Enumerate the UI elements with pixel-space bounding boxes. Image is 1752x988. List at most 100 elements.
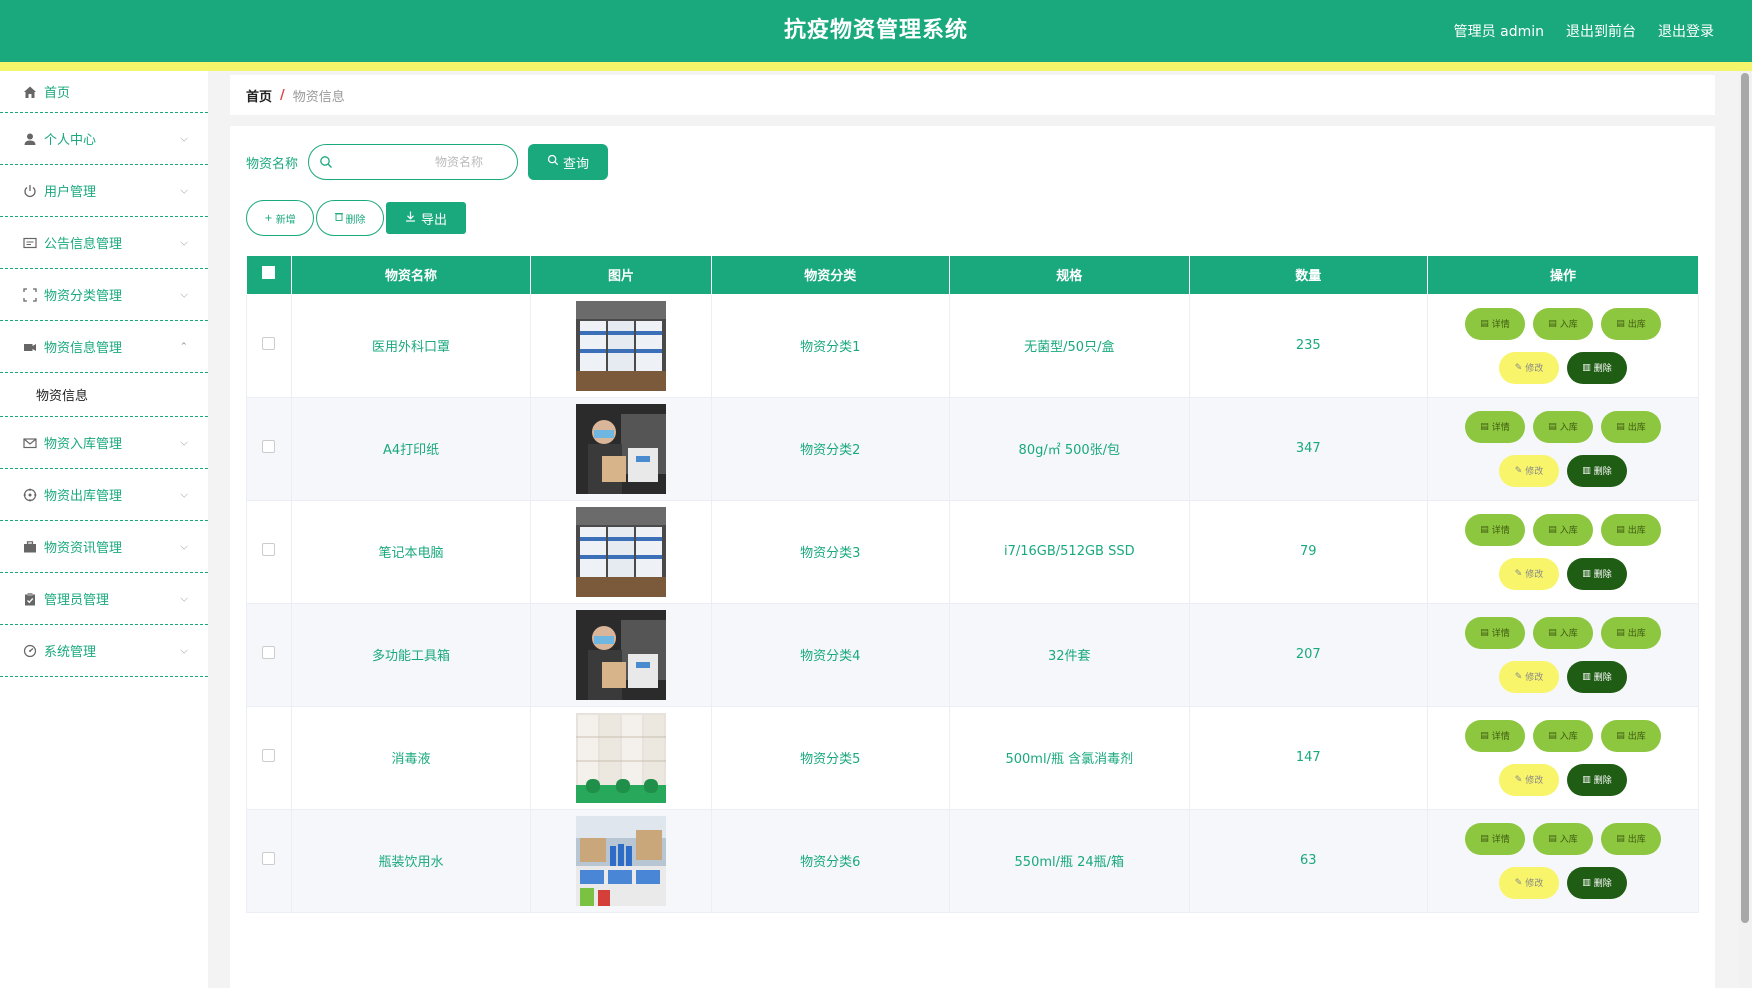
chevron-down-icon: ⌵	[180, 133, 188, 144]
edit-label: 修改	[1525, 570, 1544, 580]
sidebar-item-notice-management[interactable]: 公告信息管理 ⌵	[0, 217, 208, 269]
search-icon	[547, 154, 559, 170]
delete-button[interactable]: ▥ 删除	[1567, 866, 1628, 899]
stock-in-button[interactable]: ▤ 入库	[1533, 719, 1594, 752]
stock-out-button[interactable]: ▤ 出库	[1601, 513, 1662, 546]
sidebar-item-system-management[interactable]: 系统管理 ⌵	[0, 625, 208, 677]
delete-button[interactable]: ▥ 删除	[1567, 557, 1628, 590]
cell-image	[530, 602, 712, 707]
material-thumbnail[interactable]	[575, 403, 666, 494]
stock-in-label: 入库	[1559, 629, 1578, 639]
frontend-link[interactable]: 退出到前台	[1566, 21, 1636, 41]
action-row: + 新增 删除 导出	[246, 200, 466, 236]
delete-button[interactable]: ▥ 删除	[1567, 454, 1628, 487]
sidebar-item-material-info-management[interactable]: 物资信息管理 ⌃	[0, 321, 208, 373]
table-row: A4打印纸 物资分类2 80g/㎡ 500张/包 347 ▤ 详情 ▤ 入库 ▤ 出库 ✎ 修改 ▥ 删除	[246, 396, 1699, 501]
sidebar-item-label: 用户管理	[44, 185, 97, 200]
logout-link[interactable]: 退出登录	[1658, 21, 1714, 41]
detail-button[interactable]: ▤ 详情	[1465, 513, 1526, 546]
breadcrumb-home[interactable]: 首页	[246, 86, 272, 105]
table-row: 多功能工具箱 物资分类4 32件套 207 ▤ 详情 ▤ 入库 ▤ 出库 ✎ 修改 ▥ 删除	[246, 602, 1699, 707]
delete-label: 删除	[1593, 467, 1612, 477]
cell-category: 物资分类6	[710, 808, 951, 913]
detail-button[interactable]: ▤ 详情	[1465, 616, 1526, 649]
sidebar-item-personal-center[interactable]: 个人中心 ⌵	[0, 113, 208, 165]
page-scrollbar[interactable]	[1739, 71, 1751, 988]
edit-button[interactable]: ✎ 修改	[1499, 454, 1560, 487]
sidebar-item-stock-in-management[interactable]: 物资入库管理 ⌵	[0, 417, 208, 469]
delete-button[interactable]: ▥ 删除	[1567, 351, 1628, 384]
cell-quantity: 235	[1188, 293, 1429, 398]
batch-delete-button[interactable]: 删除	[316, 200, 384, 236]
stock-out-label: 出库	[1627, 320, 1646, 330]
edit-button[interactable]: ✎ 修改	[1499, 557, 1560, 590]
scrollbar-thumb[interactable]	[1741, 73, 1749, 923]
user-icon	[22, 131, 38, 147]
sidebar-item-home[interactable]: 首页	[0, 71, 208, 113]
breadcrumb: 首页 / 物资信息	[230, 75, 1715, 115]
select-all-checkbox[interactable]	[262, 266, 276, 280]
stock-out-button[interactable]: ▤ 出库	[1601, 719, 1662, 752]
delete-button[interactable]: ▥ 删除	[1567, 660, 1628, 693]
stock-in-button[interactable]: ▤ 入库	[1533, 410, 1594, 443]
query-button[interactable]: 查询	[528, 144, 609, 180]
cell-image	[530, 293, 712, 398]
row-checkbox[interactable]	[262, 852, 276, 865]
material-thumbnail[interactable]	[575, 609, 666, 700]
sidebar-item-category-management[interactable]: 物资分类管理 ⌵	[0, 269, 208, 321]
table-header-row: 物资名称 图片 物资分类 规格 数量 操作	[246, 256, 1699, 295]
stock-out-button[interactable]: ▤ 出库	[1601, 307, 1662, 340]
edit-button[interactable]: ✎ 修改	[1499, 866, 1560, 899]
row-checkbox[interactable]	[262, 749, 276, 762]
document-icon: ▤	[1480, 318, 1489, 329]
detail-button[interactable]: ▤ 详情	[1465, 410, 1526, 443]
cell-image	[530, 705, 712, 810]
stock-in-button[interactable]: ▤ 入库	[1533, 616, 1594, 649]
row-checkbox[interactable]	[262, 440, 276, 453]
material-thumbnail[interactable]	[575, 815, 666, 906]
edit-button[interactable]: ✎ 修改	[1499, 763, 1560, 796]
detail-button[interactable]: ▤ 详情	[1465, 307, 1526, 340]
edit-button[interactable]: ✎ 修改	[1499, 660, 1560, 693]
row-checkbox[interactable]	[262, 646, 276, 659]
material-thumbnail[interactable]	[575, 712, 666, 803]
trash-icon: ▥	[1582, 362, 1591, 373]
sidebar-item-news-management[interactable]: 物资资讯管理 ⌵	[0, 521, 208, 573]
power-icon	[22, 183, 38, 199]
trash-icon: ▥	[1582, 568, 1591, 579]
add-button[interactable]: + 新增	[246, 200, 314, 236]
export-button[interactable]: 导出	[386, 202, 466, 234]
document-icon: ▤	[1480, 730, 1489, 741]
material-thumbnail[interactable]	[575, 506, 666, 597]
stock-in-button[interactable]: ▤ 入库	[1533, 513, 1594, 546]
admin-user-label[interactable]: 管理员 admin	[1454, 21, 1544, 41]
top-header: 抗疫物资管理系统 管理员 admin 退出到前台 退出登录	[0, 0, 1752, 62]
sidebar-item-user-management[interactable]: 用户管理 ⌵	[0, 165, 208, 217]
stock-in-button[interactable]: ▤ 入库	[1533, 822, 1594, 855]
stock-in-button[interactable]: ▤ 入库	[1533, 307, 1594, 340]
sidebar-item-admin-management[interactable]: 管理员管理 ⌵	[0, 573, 208, 625]
edit-button[interactable]: ✎ 修改	[1499, 351, 1560, 384]
search-input[interactable]	[339, 145, 510, 179]
sidebar-item-stock-out-management[interactable]: 物资出库管理 ⌵	[0, 469, 208, 521]
row-checkbox[interactable]	[262, 543, 276, 556]
stock-out-button[interactable]: ▤ 出库	[1601, 616, 1662, 649]
table-row: 消毒液 物资分类5 500ml/瓶 含氯消毒剂 147 ▤ 详情 ▤ 入库 ▤ 出库 ✎ 修改 ▥ 删除	[246, 705, 1699, 810]
sidebar-subitem-material-info[interactable]: 物资信息	[0, 373, 208, 417]
detail-button[interactable]: ▤ 详情	[1465, 719, 1526, 752]
cell-name: 笔记本电脑	[290, 499, 532, 604]
sidebar-item-label: 物资出库管理	[44, 489, 123, 504]
stock-out-button[interactable]: ▤ 出库	[1601, 822, 1662, 855]
row-checkbox[interactable]	[262, 337, 276, 350]
stock-out-button[interactable]: ▤ 出库	[1601, 410, 1662, 443]
document-icon: ▤	[1616, 524, 1625, 535]
stock-in-label: 入库	[1559, 732, 1578, 742]
cell-quantity: 147	[1188, 705, 1429, 810]
sidebar-item-label: 物资信息管理	[44, 341, 123, 356]
cell-image	[530, 808, 712, 913]
delete-button[interactable]: ▥ 删除	[1567, 763, 1628, 796]
material-thumbnail[interactable]	[575, 300, 666, 391]
detail-button[interactable]: ▤ 详情	[1465, 822, 1526, 855]
chevron-down-icon: ⌵	[180, 289, 188, 300]
trash-icon: ▥	[1582, 465, 1591, 476]
